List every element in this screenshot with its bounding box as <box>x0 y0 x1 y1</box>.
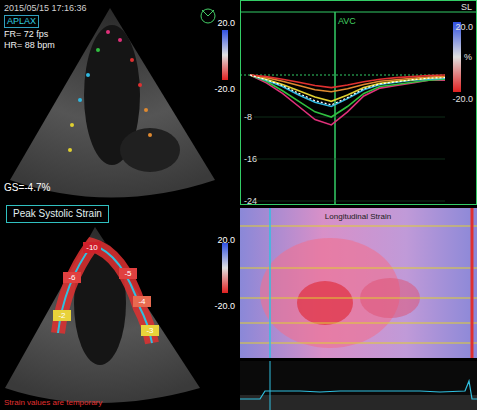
strain-analysis-screen: 2015/05/15 17:16:36APLAXFR= 72 fpsHR= 88… <box>0 0 477 410</box>
frame-rate: FR= 72 fps <box>4 29 87 40</box>
unit-label: SL <box>461 2 472 12</box>
svg-text:-2: -2 <box>58 311 66 320</box>
heart-rate: HR= 88 bpm <box>4 40 87 51</box>
svg-text:-6: -6 <box>68 273 76 282</box>
timestamp: 2015/05/15 17:16:36 <box>4 3 87 14</box>
segment-value: -2 <box>53 310 71 321</box>
global-strain: GS=-4.7% <box>4 182 50 193</box>
svg-text:-3: -3 <box>146 326 154 335</box>
color-map: Longitudinal Strain <box>240 208 477 358</box>
segment-value: -6 <box>63 272 81 283</box>
strain-curve-chart: AVC-8-16-24SL20.0%-20.0 <box>240 0 477 205</box>
svg-text:-5: -5 <box>124 269 132 278</box>
scale-min: -20.0 <box>452 94 473 104</box>
strain-series <box>250 75 445 125</box>
strain-segment-image: -2 -6 -10 -5 -4 -3 <box>0 223 237 408</box>
strain-color-map: Longitudinal Strain <box>240 208 477 358</box>
acquisition-info: 2015/05/15 17:16:36APLAXFR= 72 fpsHR= 88… <box>4 3 87 51</box>
probe-orientation-icon <box>201 9 215 23</box>
svg-text:-4: -4 <box>138 297 146 306</box>
y-tick: -8 <box>244 112 252 122</box>
avc-marker: AVC <box>338 16 356 26</box>
scale-max: 20.0 <box>217 18 235 29</box>
ecg-trace <box>240 361 477 410</box>
segment-value: -5 <box>119 268 137 279</box>
echo-view-top: 2015/05/15 17:16:36APLAXFR= 72 fpsHR= 88… <box>0 0 237 205</box>
segment-value: -3 <box>141 325 159 336</box>
scale-min: -20.0 <box>214 301 235 312</box>
view-label: APLAX <box>4 15 39 28</box>
color-scale <box>453 22 461 92</box>
strain-series <box>250 75 445 117</box>
segment-value: -4 <box>133 296 151 307</box>
scale-unit: % <box>464 52 472 62</box>
image-column: 2015/05/15 17:16:36APLAXFR= 72 fpsHR= 88… <box>0 0 237 410</box>
map-title: Longitudinal Strain <box>325 212 391 221</box>
strain-series <box>250 75 445 88</box>
scale-min: -20.0 <box>214 84 235 95</box>
y-tick: -24 <box>244 196 257 205</box>
svg-text:-10: -10 <box>86 243 98 252</box>
strain-series <box>250 75 445 105</box>
ecg-strip <box>240 361 477 410</box>
strain-series <box>250 75 445 107</box>
strain-curves: AVC-8-16-24SL20.0%-20.0 <box>240 0 477 205</box>
analysis-column: AVC-8-16-24SL20.0%-20.0Longitudinal Stra… <box>237 0 477 410</box>
scale-max: 20.0 <box>455 22 473 32</box>
echo-view-bottom: Peak Systolic Strain -2 -6 -10 -5 -4 -3 20.0 -20… <box>0 205 237 410</box>
scale-max: 20.0 <box>217 235 235 246</box>
strain-series <box>250 75 445 92</box>
temporary-note: Strain values are temporary <box>4 397 102 408</box>
segment-value: -10 <box>83 242 101 253</box>
panel-title: Peak Systolic Strain <box>6 205 109 223</box>
